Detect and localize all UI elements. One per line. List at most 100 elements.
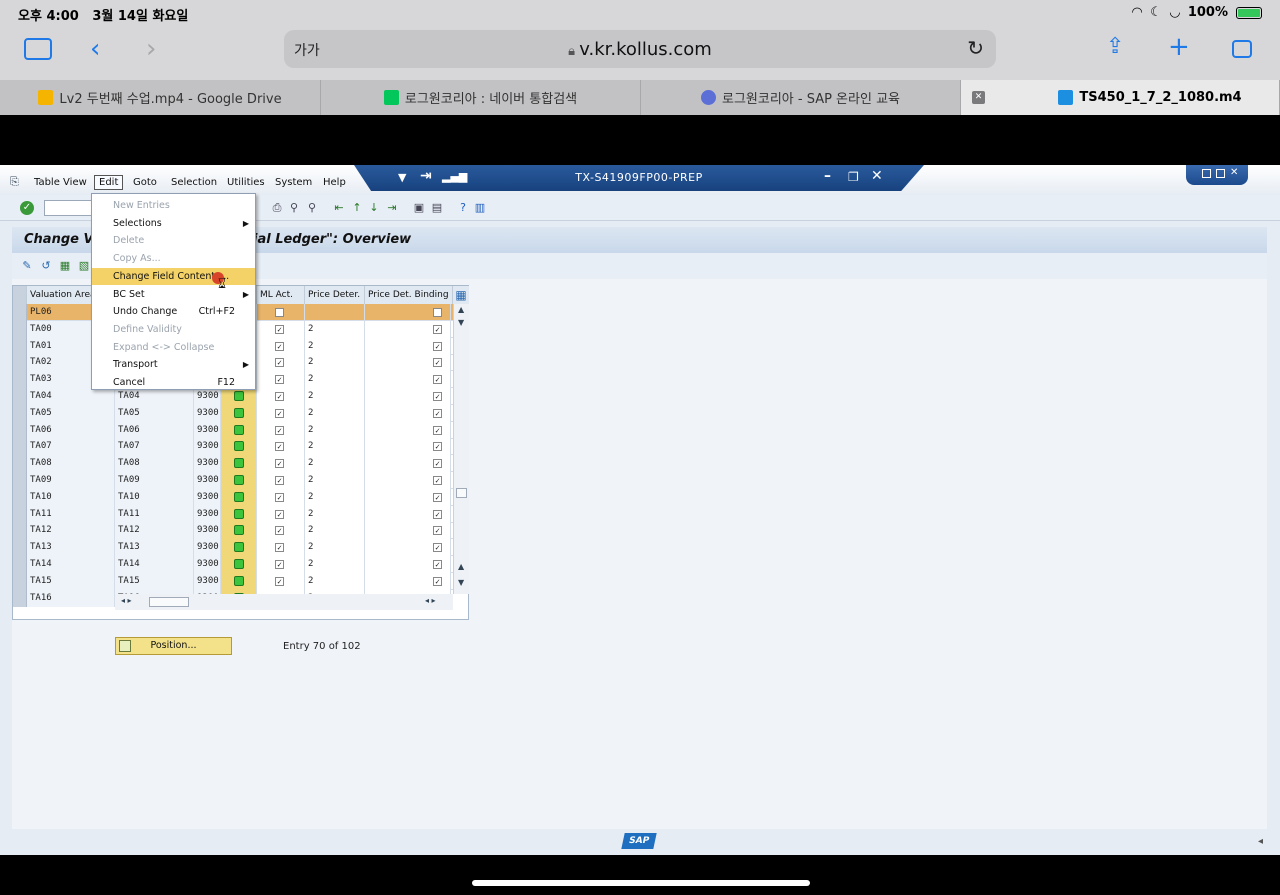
row-selector[interactable] [13, 522, 27, 540]
edit-menu-item[interactable]: Selections ▶ [92, 215, 255, 232]
cell-price-deter[interactable]: 2 [305, 371, 365, 389]
cell-ml-act[interactable]: ✓ [257, 404, 305, 422]
row-selector[interactable] [13, 505, 27, 523]
edit-menu-item[interactable]: Cancel F12 [92, 374, 255, 391]
cell-ml-act[interactable]: ✓ [257, 556, 305, 573]
edit-menu-item[interactable]: Delete [92, 232, 255, 249]
menu-edit[interactable]: Edit [94, 175, 124, 190]
print-icon[interactable]: ⎙ [270, 201, 284, 215]
row-selector[interactable] [13, 304, 27, 321]
close-tab-icon[interactable]: ✕ [972, 91, 985, 104]
cell-ml-act[interactable]: ✓ [257, 505, 305, 523]
price-binding-checkbox[interactable]: ✓ [433, 492, 442, 502]
edit-menu-item[interactable]: New Entries [92, 197, 255, 214]
cell-ml-act[interactable]: ✓ [257, 388, 305, 405]
back-icon[interactable]: ‹ [90, 36, 100, 62]
shortcut-icon[interactable]: ▤ [430, 201, 444, 215]
price-binding-checkbox[interactable]: ✓ [433, 408, 442, 418]
menu-utilities[interactable]: Utilities [227, 177, 265, 188]
cell-price-deter[interactable]: 2 [305, 421, 365, 439]
cell-status[interactable] [221, 421, 257, 439]
ml-act-checkbox[interactable]: ✓ [275, 425, 284, 435]
edit-menu-item[interactable]: BC Set ▶ [92, 286, 255, 303]
table-row[interactable]: TA07 TA07 9300 ✓ 2 ✓ [13, 438, 453, 456]
position-button[interactable]: Position... [115, 637, 232, 655]
cell-ml-act[interactable]: ✓ [257, 337, 305, 355]
cell-price-binding[interactable] [365, 304, 451, 321]
cell-price-binding[interactable]: ✓ [365, 472, 451, 489]
row-selector[interactable] [13, 354, 27, 372]
table-row[interactable]: TA05 TA05 9300 ✓ 2 ✓ [13, 404, 453, 422]
ml-act-checkbox[interactable]: ✓ [275, 509, 284, 519]
cell-ml-act[interactable]: ✓ [257, 421, 305, 439]
cell-price-deter[interactable]: 2 [305, 539, 365, 557]
scroll-up-icon-2[interactable]: ▲ [458, 562, 464, 571]
row-selector[interactable] [13, 388, 27, 405]
cell-price-deter[interactable]: 2 [305, 438, 365, 456]
win-maximize-icon[interactable] [1216, 169, 1225, 178]
row-selector[interactable] [13, 472, 27, 489]
home-indicator[interactable] [472, 880, 810, 886]
row-selector[interactable] [13, 421, 27, 439]
cell-price-binding[interactable]: ✓ [365, 505, 451, 523]
status-collapse-icon[interactable]: ◂ [1258, 836, 1263, 847]
cell-price-deter[interactable]: 2 [305, 472, 365, 489]
horizontal-scrollbar[interactable]: ◂ ▸ ◂ ▸ [115, 594, 453, 610]
scroll-left-icon[interactable]: ◂ ▸ [121, 596, 132, 605]
scroll-up-icon[interactable]: ▲ [458, 305, 464, 314]
cell-price-binding[interactable]: ✓ [365, 488, 451, 506]
menu-goto[interactable]: Goto [133, 177, 157, 188]
address-bar[interactable]: 가가 🔒︎ v.kr.kollus.com ↻ [284, 30, 996, 68]
tabs-overview-icon[interactable] [1232, 40, 1252, 58]
row-selector[interactable] [13, 371, 27, 389]
ml-act-checkbox[interactable]: ✓ [275, 324, 284, 334]
col-ml-act[interactable]: ML Act. [257, 286, 305, 304]
row-selector[interactable] [13, 320, 27, 338]
new-session-icon[interactable]: ▣ [412, 201, 426, 215]
select-all-icon[interactable]: ▦ [58, 259, 72, 273]
browser-tab-3[interactable]: 로그원코리아 - SAP 온라인 교육 [641, 80, 961, 115]
price-binding-checkbox[interactable]: ✓ [433, 442, 442, 452]
enter-icon[interactable]: ✓ [20, 201, 34, 215]
cell-ml-act[interactable]: ✓ [257, 438, 305, 456]
row-selector[interactable] [13, 589, 27, 607]
cell-price-deter[interactable]: 2 [305, 505, 365, 523]
cell-ml-act[interactable]: ✓ [257, 572, 305, 590]
new-tab-icon[interactable]: + [1168, 34, 1190, 60]
cell-ml-act[interactable]: ✓ [257, 371, 305, 389]
minimize-icon[interactable]: – [824, 168, 831, 184]
browser-tab-1[interactable]: Lv2 두번째 수업.mp4 - Google Drive [0, 80, 321, 115]
cell-price-binding[interactable]: ✓ [365, 354, 451, 372]
price-binding-checkbox[interactable]: ✓ [433, 509, 442, 519]
next-page-icon[interactable]: ↓ [367, 201, 381, 215]
cell-price-deter[interactable]: 2 [305, 556, 365, 573]
table-row[interactable]: TA13 TA13 9300 ✓ 2 ✓ [13, 539, 453, 557]
row-selector[interactable] [13, 337, 27, 355]
menu-table-view[interactable]: Table View [34, 177, 87, 188]
price-binding-checkbox[interactable]: ✓ [433, 375, 442, 385]
row-selector[interactable] [13, 455, 27, 473]
command-field[interactable] [44, 200, 92, 216]
edit-menu-item[interactable]: Define Validity [92, 321, 255, 338]
edit-menu-item[interactable]: Expand <-> Collapse [92, 339, 255, 356]
scroll-down-icon-2[interactable]: ▼ [458, 578, 464, 587]
price-binding-checkbox[interactable]: ✓ [433, 543, 442, 553]
ml-act-checkbox[interactable]: ✓ [275, 358, 284, 368]
cell-price-binding[interactable]: ✓ [365, 539, 451, 557]
price-binding-checkbox[interactable] [433, 308, 442, 317]
cell-price-binding[interactable]: ✓ [365, 522, 451, 540]
cell-price-binding[interactable]: ✓ [365, 388, 451, 405]
cell-status[interactable] [221, 472, 257, 489]
cell-price-deter[interactable]: 2 [305, 404, 365, 422]
row-selector[interactable] [13, 572, 27, 590]
prev-page-icon[interactable]: ↑ [350, 201, 364, 215]
find-icon[interactable]: ⚲ [287, 201, 301, 215]
cell-status[interactable] [221, 505, 257, 523]
cell-status[interactable] [221, 572, 257, 590]
price-binding-checkbox[interactable]: ✓ [433, 392, 442, 401]
cell-price-deter[interactable]: 2 [305, 320, 365, 338]
cell-price-binding[interactable]: ✓ [365, 556, 451, 573]
table-row[interactable]: TA10 TA10 9300 ✓ 2 ✓ [13, 488, 453, 506]
select-block-icon[interactable]: ▧ [77, 259, 91, 273]
edit-menu-item[interactable]: Change Field Contents... [92, 267, 255, 285]
